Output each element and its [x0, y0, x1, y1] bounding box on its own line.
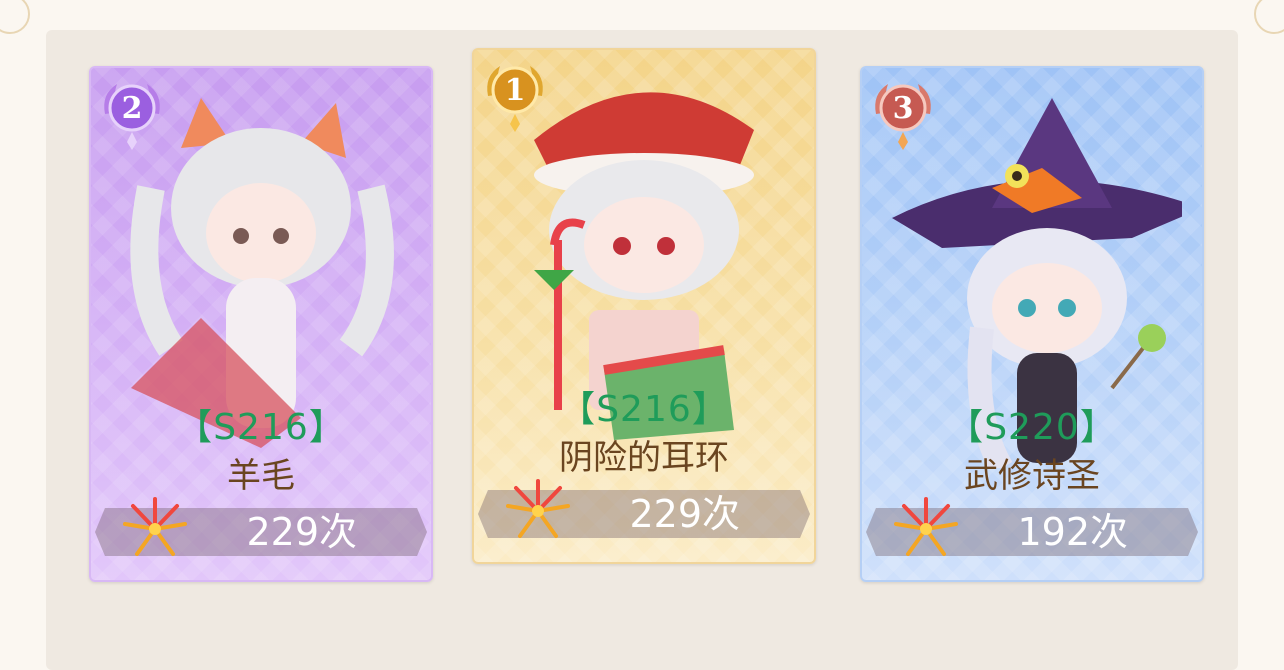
frame-corner-left-decoration: [0, 0, 30, 34]
player-card-rank-2[interactable]: 2 【S216】 羊毛 229次: [89, 66, 433, 582]
count-value: 192次: [1017, 510, 1128, 554]
firework-icon: [894, 497, 958, 556]
player-card-rank-1[interactable]: 1 【S216】 阴险的耳环 229次: [472, 48, 816, 564]
player-server: 【S220】: [947, 407, 1117, 448]
count-value: 229次: [246, 510, 357, 554]
player-server: 【S216】: [176, 407, 346, 448]
firework-icon: [123, 497, 187, 556]
count-value: 229次: [629, 492, 740, 536]
player-server: 【S216】: [559, 389, 729, 430]
player-name: 阴险的耳环: [559, 438, 729, 478]
frame-corner-right-decoration: [1254, 0, 1284, 34]
firework-icon: [506, 479, 570, 538]
player-card-rank-3[interactable]: 3 【S220】 武修诗圣 192次: [860, 66, 1204, 582]
player-name: 羊毛: [227, 456, 295, 496]
player-name: 武修诗圣: [964, 456, 1100, 496]
